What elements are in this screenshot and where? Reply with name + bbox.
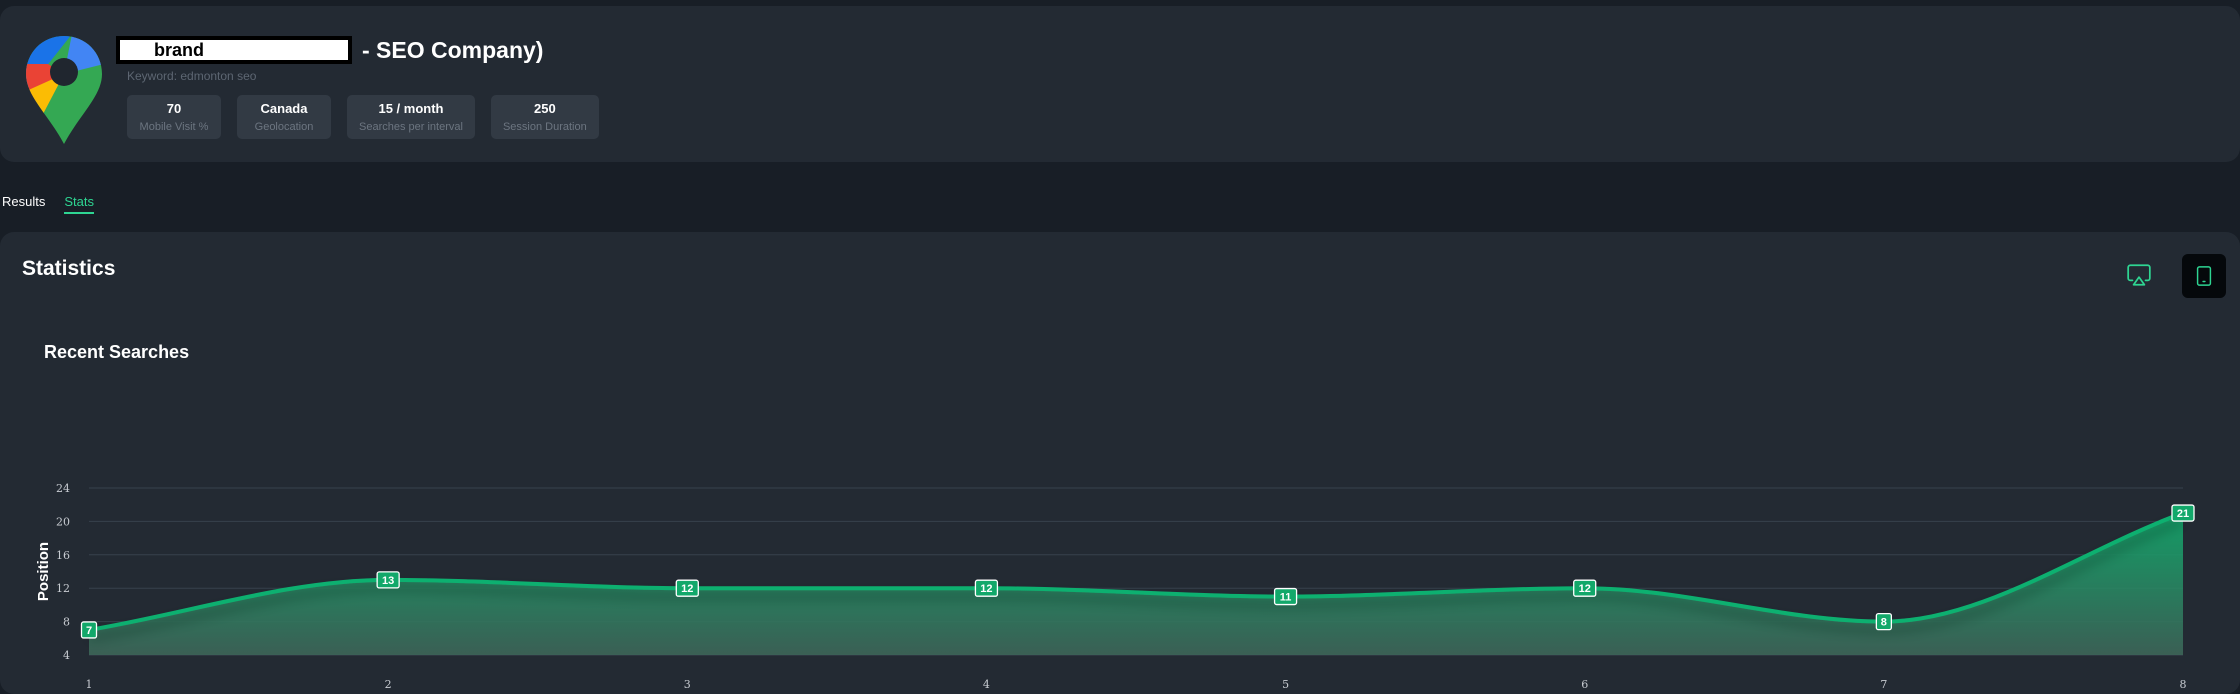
data-label: 12	[681, 583, 693, 595]
mobile-phone-icon	[2196, 266, 2212, 286]
statistics-card: Statistics Recent Searches 4 8 12 16 20 24 1 2 3…	[0, 232, 2240, 694]
stat-chip-label: Mobile Visit %	[139, 121, 209, 133]
view-tabs: Results Stats	[0, 194, 94, 214]
project-title-suffix: - SEO Company)	[362, 36, 544, 63]
data-point[interactable]: 8	[1875, 612, 1893, 631]
stat-chip-searches-per-interval: 15 / month Searches per interval	[347, 95, 475, 139]
data-label: 8	[1881, 617, 1887, 629]
stat-chip-label: Session Duration	[502, 121, 587, 133]
data-label: 21	[2177, 508, 2189, 520]
data-label: 11	[1280, 592, 1292, 604]
keyword-label: Keyword: edmonton seo	[127, 69, 257, 83]
stat-chip-value: 250	[533, 101, 556, 116]
data-point[interactable]: 7	[80, 621, 98, 639]
data-point[interactable]: 12	[675, 579, 699, 597]
google-maps-pin-icon	[26, 36, 102, 144]
stat-chip-value: 15 / month	[378, 101, 444, 116]
data-label: 13	[382, 575, 394, 587]
data-point[interactable]: 12	[1573, 579, 1597, 597]
y-axis-title: Position	[35, 542, 52, 601]
project-header-card: brand - SEO Company) Keyword: edmonton s…	[0, 6, 2240, 162]
chart-title: Recent Searches	[44, 342, 190, 362]
data-label: 12	[1579, 583, 1591, 595]
y-tick-label: 24	[56, 482, 70, 495]
y-tick-label: 4	[63, 649, 70, 662]
data-label: 7	[86, 625, 92, 637]
x-tick-label: 4	[983, 678, 990, 691]
stat-chip-geolocation: Canada Geolocation	[237, 95, 331, 139]
y-tick-label: 12	[56, 582, 70, 595]
data-point[interactable]: 21	[2171, 504, 2195, 522]
y-tick-label: 20	[56, 515, 70, 528]
x-tick-label: 6	[1581, 678, 1588, 691]
x-tick-label: 3	[684, 678, 691, 691]
y-tick-label: 8	[63, 616, 70, 629]
stat-chip-value: Canada	[260, 101, 308, 116]
data-point[interactable]: 12	[974, 579, 999, 597]
x-tick-label: 1	[86, 678, 93, 691]
stat-chip-mobile-visit: 70 Mobile Visit %	[127, 95, 221, 139]
recent-searches-chart: 48121620241 2 3 4 5 6 7 8 71312 121112821 Positi…	[35, 482, 2195, 691]
stat-chip-value: 70	[166, 101, 182, 116]
redacted-brand-text: brand	[154, 39, 205, 60]
statistics-title: Statistics	[22, 257, 116, 280]
tab-results[interactable]: Results	[2, 194, 45, 214]
series-area	[89, 513, 2183, 655]
x-tick-label: 7	[1880, 678, 1887, 691]
x-tick-label: 8	[2180, 678, 2187, 691]
mobile-view-button[interactable]	[2182, 254, 2226, 298]
stat-chip-label: Searches per interval	[359, 121, 463, 133]
data-label: 12	[980, 583, 992, 595]
x-tick-label: 2	[385, 678, 392, 691]
data-point[interactable]: 13	[376, 571, 400, 589]
x-tick-label: 5	[1282, 678, 1289, 691]
redacted-brand-box: brand	[116, 36, 352, 64]
y-tick-label: 16	[56, 549, 70, 562]
stat-chip-session-duration: 250 Session Duration	[490, 95, 599, 139]
stat-chip-label: Geolocation	[254, 121, 314, 133]
stat-chips: 70 Mobile Visit % Canada Geolocation 15 …	[127, 95, 599, 139]
desktop-view-button[interactable]	[2120, 256, 2158, 294]
desktop-airplay-icon	[2127, 264, 2151, 286]
tab-stats[interactable]: Stats	[64, 194, 94, 214]
data-point[interactable]: 11	[1273, 587, 1298, 606]
project-title: brand - SEO Company)	[116, 32, 543, 68]
